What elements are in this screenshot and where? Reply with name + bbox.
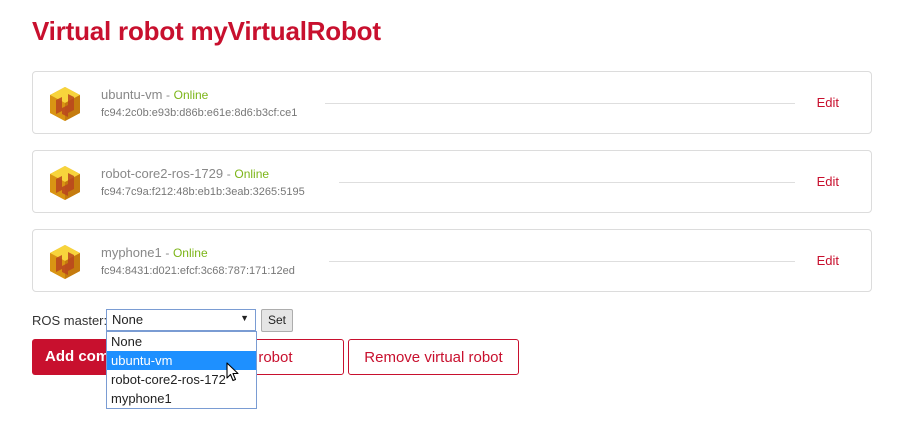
device-card-myphone1: myphone1 - Online fc94:8431:d021:efcf:3c… xyxy=(32,229,872,292)
page-title: Virtual robot myVirtualRobot xyxy=(32,16,381,46)
device-separator: - xyxy=(226,167,231,181)
robot-cube-icon xyxy=(50,166,80,200)
device-address: fc94:8431:d021:efcf:3c68:787:171:12ed xyxy=(101,265,295,277)
robot-cube-icon xyxy=(50,87,80,121)
device-separator: - xyxy=(165,246,170,260)
device-card-robot-core2: robot-core2-ros-1729 - Online fc94:7c9a:… xyxy=(32,150,872,213)
device-name: robot-core2-ros-1729 xyxy=(101,166,224,181)
device-status: Online xyxy=(173,88,209,102)
device-name: ubuntu-vm xyxy=(101,87,163,102)
device-address: fc94:2c0b:e93b:d86b:e61e:8d6:b3cf:ce1 xyxy=(101,107,298,119)
robot-cube-icon xyxy=(50,245,80,279)
device-separator: - xyxy=(166,88,171,102)
dropdown-option[interactable]: None xyxy=(107,332,256,351)
device-name-line: robot-core2-ros-1729 - Online xyxy=(101,166,269,181)
device-status: Online xyxy=(234,167,270,181)
device-address: fc94:7c9a:f212:48b:eb1b:3eab:3265:5195 xyxy=(101,186,305,198)
chevron-down-icon: ▼ xyxy=(240,313,249,323)
device-divider xyxy=(329,261,795,262)
remove-virtual-robot-button[interactable]: Remove virtual robot xyxy=(348,339,519,375)
edit-link[interactable]: Edit xyxy=(817,253,839,268)
ros-master-select[interactable]: None ▼ xyxy=(106,309,256,331)
mouse-pointer-icon xyxy=(226,362,239,382)
device-divider xyxy=(325,103,795,104)
device-status: Online xyxy=(172,246,208,260)
set-button[interactable]: Set xyxy=(261,309,293,332)
device-name-line: myphone1 - Online xyxy=(101,245,208,260)
ros-master-selected-value: None xyxy=(112,312,144,327)
ros-master-label: ROS master: xyxy=(32,313,108,328)
edit-link[interactable]: Edit xyxy=(817,95,839,110)
device-name-line: ubuntu-vm - Online xyxy=(101,87,208,102)
dropdown-option[interactable]: myphone1 xyxy=(107,389,256,408)
device-divider xyxy=(339,182,795,183)
edit-link[interactable]: Edit xyxy=(817,174,839,189)
device-name: myphone1 xyxy=(101,245,162,260)
device-card-ubuntu-vm: ubuntu-vm - Online fc94:2c0b:e93b:d86b:e… xyxy=(32,71,872,134)
